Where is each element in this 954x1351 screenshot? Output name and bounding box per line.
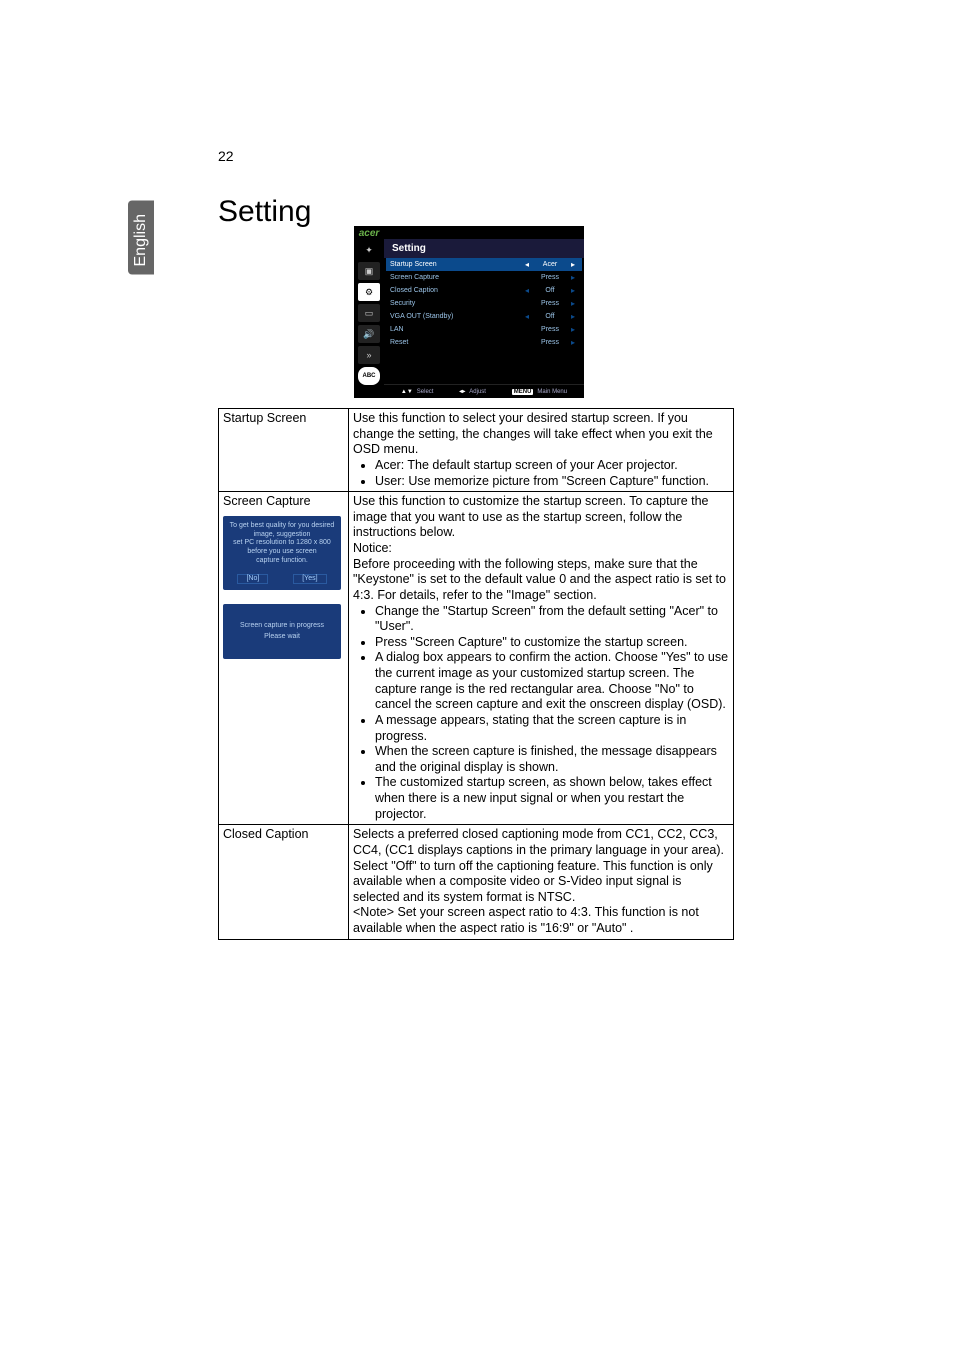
list-item: When the screen capture is finished, the… bbox=[375, 744, 729, 775]
list-item: The customized startup screen, as shown … bbox=[375, 775, 729, 822]
osd-footer-item: MENUMain Menu bbox=[512, 389, 567, 395]
osd-title: Setting bbox=[384, 239, 584, 258]
row-cc-body: Selects a preferred closed captioning mo… bbox=[349, 825, 734, 939]
settings-table: Startup Screen Use this function to sele… bbox=[218, 408, 734, 940]
osd-row: VGA OUT (Standby)◂Off▸ bbox=[386, 310, 582, 323]
list-item: Acer: The default startup screen of your… bbox=[375, 458, 729, 474]
dialog-yes: [Yes] bbox=[293, 574, 326, 585]
osd-footer-item: ◂▸Adjust bbox=[459, 388, 486, 395]
page-title: Setting bbox=[218, 195, 311, 229]
osd-row: ResetPress▸ bbox=[386, 336, 582, 349]
settings-icon: ⚙ bbox=[358, 283, 380, 301]
list-item: Change the "Startup Screen" from the def… bbox=[375, 604, 729, 635]
dialog-no: [No] bbox=[237, 574, 268, 585]
management-icon: ▭ bbox=[358, 304, 380, 322]
audio-icon: 🔊 bbox=[358, 325, 380, 343]
d1l3: capture function. bbox=[225, 557, 339, 566]
timer-icon: » bbox=[358, 346, 380, 364]
osd-row: LANPress▸ bbox=[386, 323, 582, 336]
empower-icon: ✦ bbox=[358, 241, 380, 259]
row-capture-label: Screen Capture To get best quality for y… bbox=[219, 492, 349, 825]
osd-row: Screen CapturePress▸ bbox=[386, 271, 582, 284]
list-item: A message appears, stating that the scre… bbox=[375, 713, 729, 744]
language-icon: ABC bbox=[358, 367, 380, 385]
osd-row: Closed Caption◂Off▸ bbox=[386, 284, 582, 297]
d2l2: Please wait bbox=[225, 631, 339, 642]
capture-name: Screen Capture bbox=[223, 494, 311, 508]
brand-label: acer bbox=[354, 226, 384, 239]
capture-progress-dialog: Screen capture in progress Please wait bbox=[223, 604, 341, 658]
language-tab: English bbox=[128, 200, 154, 274]
cap-p2: Notice: bbox=[353, 541, 729, 557]
d2l1: Screen capture in progress bbox=[225, 620, 339, 631]
image-icon: ▣ bbox=[358, 262, 380, 280]
cc-p1: Selects a preferred closed captioning mo… bbox=[353, 827, 729, 905]
list-item: Press "Screen Capture" to customize the … bbox=[375, 635, 729, 651]
page-number: 22 bbox=[218, 148, 234, 164]
cap-p1: Use this function to customize the start… bbox=[353, 494, 729, 541]
row-startup-body: Use this function to select your desired… bbox=[349, 409, 734, 492]
osd-row: SecurityPress▸ bbox=[386, 297, 582, 310]
d1l1: To get best quality for you desired imag… bbox=[225, 522, 339, 540]
list-item: A dialog box appears to confirm the acti… bbox=[375, 650, 729, 713]
osd-row: Startup Screen◂Acer▸ bbox=[386, 258, 582, 271]
startup-text: Use this function to select your desired… bbox=[353, 411, 729, 458]
cap-p3: Before proceeding with the following ste… bbox=[353, 557, 729, 604]
row-capture-body: Use this function to customize the start… bbox=[349, 492, 734, 825]
list-item: User: Use memorize picture from "Screen … bbox=[375, 474, 729, 490]
d1l2: set PC resolution to 1280 x 800 before y… bbox=[225, 539, 339, 557]
osd-screenshot: acer ✦ ▣ ⚙ ▭ 🔊 » ABC Setting Startup Screen◂Ac… bbox=[354, 226, 584, 398]
row-startup-label: Startup Screen bbox=[219, 409, 349, 492]
capture-confirm-dialog: To get best quality for you desired imag… bbox=[223, 516, 341, 591]
osd-footer-item: ▲▼Select bbox=[401, 389, 434, 395]
cc-p2: <Note> Set your screen aspect ratio to 4… bbox=[353, 905, 729, 936]
row-cc-label: Closed Caption bbox=[219, 825, 349, 939]
